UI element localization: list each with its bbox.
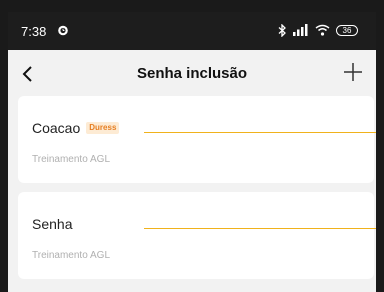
system-icons: 36 bbox=[278, 23, 358, 37]
navigation-bar: Senha inclusão bbox=[8, 50, 376, 100]
list-item[interactable]: Coacao Duress Treinamento AGL bbox=[18, 96, 376, 183]
battery-icon: 36 bbox=[336, 24, 358, 36]
entry-name: Senha bbox=[32, 216, 73, 232]
entry-subtitle: Treinamento AGL bbox=[32, 250, 111, 261]
annotation-line bbox=[144, 132, 376, 133]
wifi-icon bbox=[315, 24, 330, 36]
entry-name: Coacao bbox=[32, 120, 81, 136]
status-time: 7:38 bbox=[21, 24, 47, 39]
device-frame: 7:38 36 Senha inclusão Coacao Duress Tre… bbox=[0, 0, 384, 292]
annotation-line bbox=[144, 228, 376, 229]
bluetooth-icon bbox=[278, 23, 286, 37]
signal-icon bbox=[293, 24, 308, 36]
list-item[interactable]: Senha Treinamento AGL bbox=[18, 192, 376, 279]
alarm-clock-icon bbox=[58, 25, 68, 36]
screen: 7:38 36 Senha inclusão Coacao Duress Tre… bbox=[8, 12, 376, 292]
battery-level: 36 bbox=[342, 25, 352, 35]
page-title: Senha inclusão bbox=[136, 65, 248, 82]
entry-name-row: Senha bbox=[32, 216, 72, 232]
add-icon[interactable] bbox=[342, 61, 364, 83]
status-bar: 7:38 36 bbox=[8, 12, 376, 50]
entry-subtitle: Treinamento AGL bbox=[32, 154, 111, 165]
duress-badge: Duress bbox=[86, 122, 120, 134]
entry-name-row: Coacao Duress bbox=[32, 120, 120, 136]
